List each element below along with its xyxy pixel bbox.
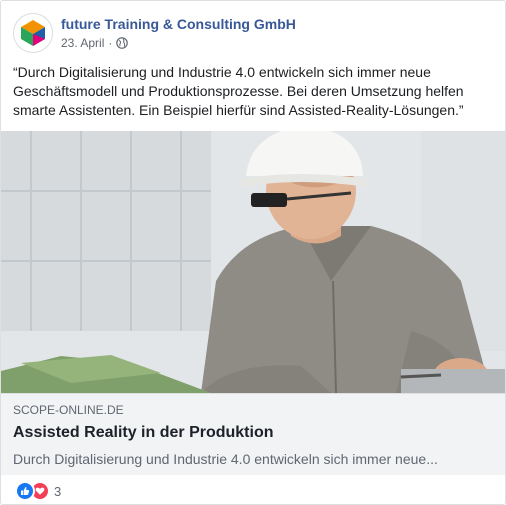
globe-icon[interactable] xyxy=(116,37,129,49)
post-date-link[interactable]: 23. April xyxy=(61,35,104,51)
post-subline: 23. April · xyxy=(61,35,296,51)
page-avatar[interactable] xyxy=(13,13,53,53)
link-preview-image[interactable] xyxy=(1,131,505,393)
facebook-post: future Training & Consulting GmbH 23. Ap… xyxy=(0,0,506,505)
reactions-summary[interactable]: 3 xyxy=(15,481,61,501)
reaction-count: 3 xyxy=(54,483,62,499)
link-title[interactable]: Assisted Reality in der Produktion xyxy=(13,423,493,443)
worker-with-smart-glasses-image xyxy=(1,131,505,393)
link-domain: SCOPE-ONLINE.DE xyxy=(13,403,124,417)
link-description: Durch Digitalisierung und Industrie 4.0 … xyxy=(13,451,438,467)
separator-dot: · xyxy=(108,36,113,50)
post-text: “Durch Digitalisierung und Industrie 4.0… xyxy=(13,64,464,118)
company-logo-icon xyxy=(21,20,45,46)
post-meta: future Training & Consulting GmbH 23. Ap… xyxy=(61,13,296,53)
page-name-link[interactable]: future Training & Consulting GmbH xyxy=(61,15,296,33)
like-icon xyxy=(15,481,35,501)
link-preview-info[interactable]: SCOPE-ONLINE.DE Assisted Reality in der … xyxy=(1,393,505,475)
post-header: future Training & Consulting GmbH 23. Ap… xyxy=(13,13,296,53)
